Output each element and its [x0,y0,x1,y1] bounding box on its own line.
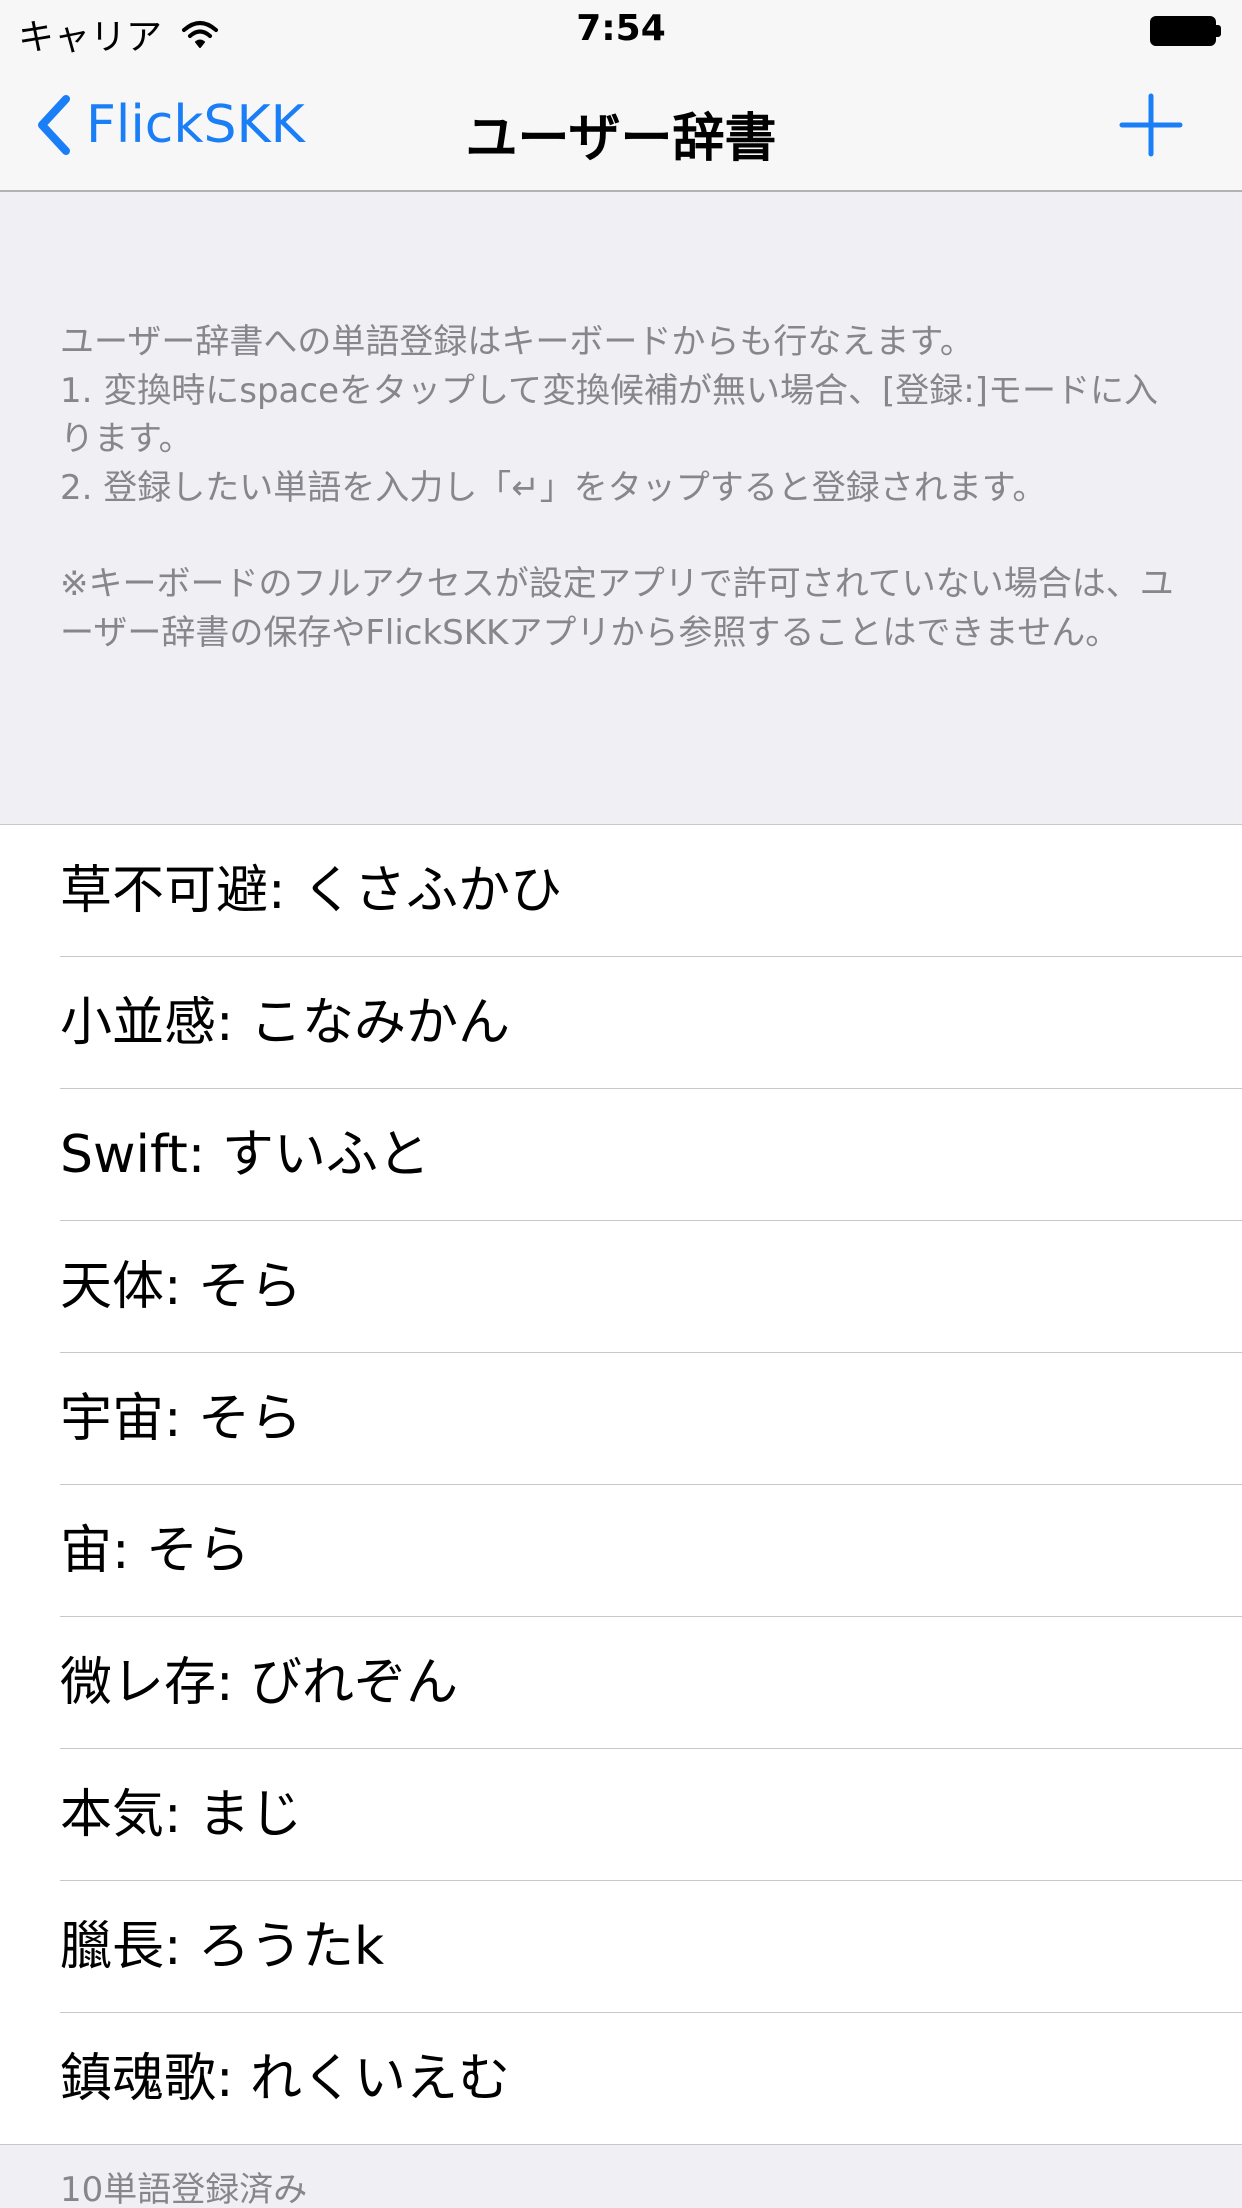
add-button[interactable] [1118,92,1184,158]
header-instructions: ユーザー辞書への単語登録はキーボードからも行なえます。 1. 変換時にspace… [60,322,1158,508]
list-item-label: 本気: まじ [60,1785,303,1845]
list-item-label: Swift: すいふと [60,1125,430,1185]
battery-icon [1150,16,1222,46]
plus-icon [1119,93,1183,157]
navigation-bar: FlickSKK ユーザー辞書 [0,60,1242,192]
list-item-label: 天体: そら [60,1257,303,1317]
divider [0,2144,1242,2145]
list-item-label: 臘長: ろうたk [60,1917,385,1977]
list-item-label: 鎮魂歌: れくいえむ [60,2049,511,2109]
list-item-label: 宇宙: そら [60,1389,303,1449]
list-item[interactable]: 臘長: ろうたk [0,1881,1242,2013]
section-footer-count: 10単語登録済み [60,2170,308,2208]
screen: キャリア 7:54 FlickSKK ユーザー辞書 ユーザー辞書への単語登録はキ… [0,0,1242,2208]
list-item[interactable]: 微レ存: びれぞん [0,1617,1242,1749]
list-item-label: 小並感: こなみかん [60,993,511,1053]
list-item[interactable]: Swift: すいふと [0,1089,1242,1221]
section-header-note: ユーザー辞書への単語登録はキーボードからも行なえます。 1. 変換時にspace… [60,318,1190,657]
list-item[interactable]: 本気: まじ [0,1749,1242,1881]
header-full-access-note: ※キーボードのフルアクセスが設定アプリで許可されていない場合は、ユーザー辞書の保… [60,564,1174,653]
page-title: ユーザー辞書 [465,109,777,169]
list-item-label: 宙: そら [60,1521,251,1581]
list-item-label: 草不可避: くさふかひ [60,861,563,921]
list-item[interactable]: 宇宙: そら [0,1353,1242,1485]
status-bar: キャリア 7:54 [0,0,1242,60]
list-item[interactable]: 天体: そら [0,1221,1242,1353]
list-item[interactable]: 鎮魂歌: れくいえむ [0,2013,1242,2145]
list-item[interactable]: 宙: そら [0,1485,1242,1617]
status-time: 7:54 [576,8,666,49]
list-item[interactable]: 小並感: こなみかん [0,957,1242,1089]
list-item-label: 微レ存: びれぞん [60,1653,459,1713]
list-item[interactable]: 草不可避: くさふかひ [0,825,1242,957]
dictionary-entry-list: 草不可避: くさふかひ 小並感: こなみかん Swift: すいふと 天体: そ… [0,824,1242,2145]
